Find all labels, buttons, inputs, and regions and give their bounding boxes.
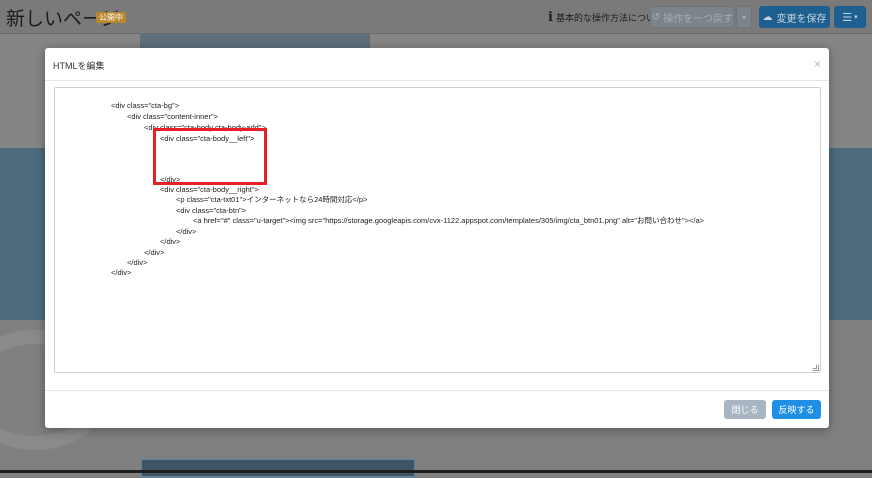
code-line: </div>	[160, 237, 181, 246]
menu-button[interactable]: ☰ ▾	[834, 6, 866, 28]
cloud-icon: ☁	[762, 11, 773, 23]
help-link-label: 基本的な操作方法について	[555, 13, 664, 23]
status-badge: 公開中	[96, 12, 126, 23]
resize-handle[interactable]	[813, 365, 819, 371]
save-button[interactable]: ☁ 変更を保存	[759, 6, 830, 28]
undo-button[interactable]: ↺ 操作を一つ戻す	[650, 6, 735, 28]
code-line: <div class="cta-body__right">	[160, 185, 259, 194]
modal-header: HTMLを編集 ×	[45, 48, 829, 81]
edit-html-modal: HTMLを編集 × <div class="cta-bg"> <div clas…	[45, 48, 829, 428]
modal-footer: 閉じる 反映する	[45, 390, 829, 428]
undo-icon: ↺	[651, 11, 661, 23]
code-line: <a href="#" class="u-target"><img src="h…	[193, 216, 705, 225]
apply-button[interactable]: 反映する	[772, 400, 821, 419]
code-line: </div>	[144, 248, 165, 257]
modal-title: HTMLを編集	[53, 61, 105, 71]
undo-dropdown-button[interactable]: ▾	[736, 6, 752, 28]
save-button-label: 変更を保存	[776, 13, 827, 25]
info-icon: i	[548, 10, 553, 25]
code-line: <div class="cta-btn">	[176, 206, 247, 215]
editor-header: 新しいページ 公開中 i 基本的な操作方法について ↺ 操作を一つ戻す ▾ ☁ …	[0, 0, 872, 34]
close-icon[interactable]: ×	[814, 58, 821, 70]
background-block	[140, 458, 416, 478]
code-line: </div>	[176, 227, 197, 236]
close-button[interactable]: 閉じる	[724, 400, 766, 419]
caret-down-icon: ▾	[741, 12, 746, 22]
background-divider	[0, 470, 872, 473]
caret-down-icon: ▾	[854, 14, 858, 21]
code-line: <p class="cta-txt01">インターネットなら24時間対応</p>	[176, 195, 368, 204]
hamburger-icon: ☰	[842, 11, 853, 24]
code-line: <div class="content-inner">	[127, 112, 218, 121]
code-line: </div>	[127, 258, 148, 267]
code-line: <div class="cta-bg">	[111, 101, 180, 110]
undo-button-label: 操作を一つ戻す	[663, 13, 734, 25]
code-line: </div>	[111, 268, 132, 277]
highlight-annotation	[153, 128, 267, 185]
help-link[interactable]: i 基本的な操作方法について	[548, 10, 664, 25]
